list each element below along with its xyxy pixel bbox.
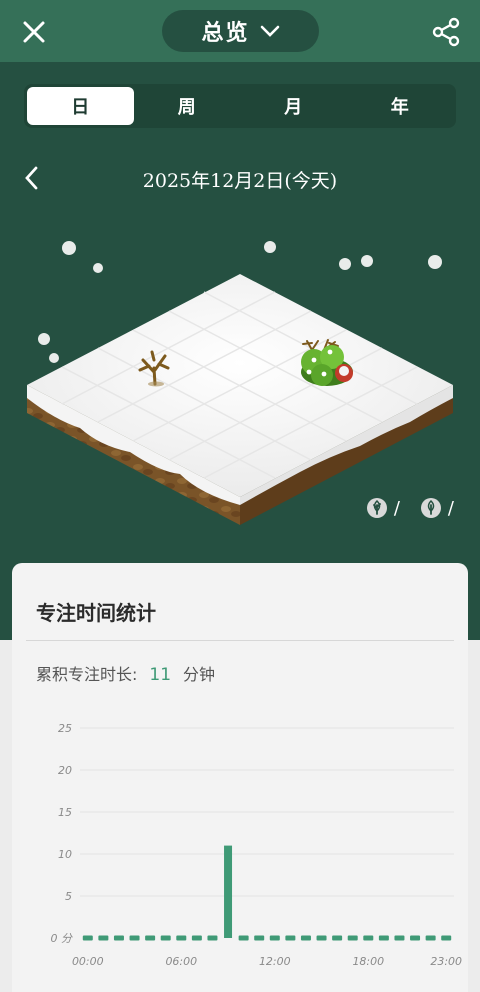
- bar-zero: [378, 935, 389, 941]
- total-unit: 分钟: [183, 665, 216, 684]
- y-tick-label: 20: [58, 764, 72, 777]
- date-navigator: 2025年12月2日(今天): [0, 160, 480, 196]
- overview-dropdown[interactable]: 总览: [162, 10, 319, 52]
- close-button[interactable]: [16, 14, 52, 50]
- focus-time-chart: 0 分 5 10 15 20 25 00:00 06:00 12:00 18:00 23:00: [51, 722, 463, 968]
- bar-zero: [425, 935, 436, 941]
- x-tick-label: 00:00: [72, 955, 104, 968]
- bar-zero: [347, 935, 358, 941]
- bar-zero: [394, 935, 405, 941]
- bar-zero: [410, 935, 421, 941]
- tab-month[interactable]: 月: [240, 87, 347, 125]
- tab-week[interactable]: 周: [134, 87, 241, 125]
- bar-zero: [316, 935, 327, 941]
- y-tick-label: 0 分: [51, 932, 73, 945]
- bar-zero: [300, 935, 311, 941]
- period-tabs: 日 周 月 年: [24, 84, 456, 128]
- y-tick-label: 25: [58, 722, 72, 735]
- bar-zero: [285, 935, 296, 941]
- tab-year[interactable]: 年: [347, 87, 454, 125]
- withered-badge-icon: [420, 498, 441, 518]
- bar-zero: [441, 935, 452, 941]
- bar-zero: [238, 935, 249, 941]
- healthy-count-value: /: [393, 497, 400, 519]
- bar-zero: [332, 935, 343, 941]
- tree-badge-icon: [366, 498, 387, 518]
- x-tick-label: 18:00: [352, 955, 384, 968]
- bar-zero: [98, 935, 109, 941]
- bar-zero: [113, 935, 124, 941]
- bar-zero: [191, 935, 202, 941]
- withered-tree-count: /: [420, 497, 454, 519]
- divider: [26, 640, 454, 641]
- total-focus-time: 累积专注时长: 11 分钟: [36, 661, 215, 685]
- bar-zero: [176, 935, 187, 941]
- bar-zero: [82, 935, 93, 941]
- chevron-down-icon: [260, 25, 279, 37]
- bar-zero: [160, 935, 171, 941]
- total-label: 累积专注时长:: [36, 665, 138, 684]
- bar-zero: [254, 935, 265, 941]
- total-value: 11: [149, 665, 172, 685]
- bar: [224, 845, 233, 938]
- y-tick-label: 10: [58, 848, 72, 861]
- stats-title: 专注时间统计: [36, 601, 156, 625]
- page-title: 总览: [201, 21, 250, 46]
- date-label: 2025年12月2日(今天): [142, 170, 338, 192]
- y-tick-label: 15: [58, 806, 72, 819]
- bar-zero: [269, 935, 280, 941]
- top-bar: 总览: [0, 0, 480, 62]
- overview-background: 总览 日 周 月 年 2025年12月2日(今天) / /: [0, 0, 480, 640]
- healthy-tree-count: /: [366, 497, 400, 519]
- focus-stats-card: 专注时间统计 累积专注时长: 11 分钟 0 分 5 10 15 20 25 00:00 06…: [12, 563, 468, 992]
- x-tick-label: 12:00: [259, 955, 291, 968]
- tab-day[interactable]: 日: [27, 87, 134, 125]
- bar-zero: [363, 935, 374, 941]
- bar-zero: [145, 935, 156, 941]
- tree-counts: / /: [366, 497, 454, 519]
- share-button[interactable]: [428, 14, 464, 50]
- withered-count-value: /: [447, 497, 454, 519]
- bar-zero: [207, 935, 218, 941]
- share-icon: [432, 17, 460, 47]
- island: [27, 274, 453, 525]
- close-icon: [23, 21, 45, 43]
- x-tick-label: 06:00: [165, 955, 197, 968]
- x-tick-label: 23:00: [430, 955, 462, 968]
- bar-zero: [129, 935, 140, 941]
- y-tick-label: 5: [65, 890, 72, 903]
